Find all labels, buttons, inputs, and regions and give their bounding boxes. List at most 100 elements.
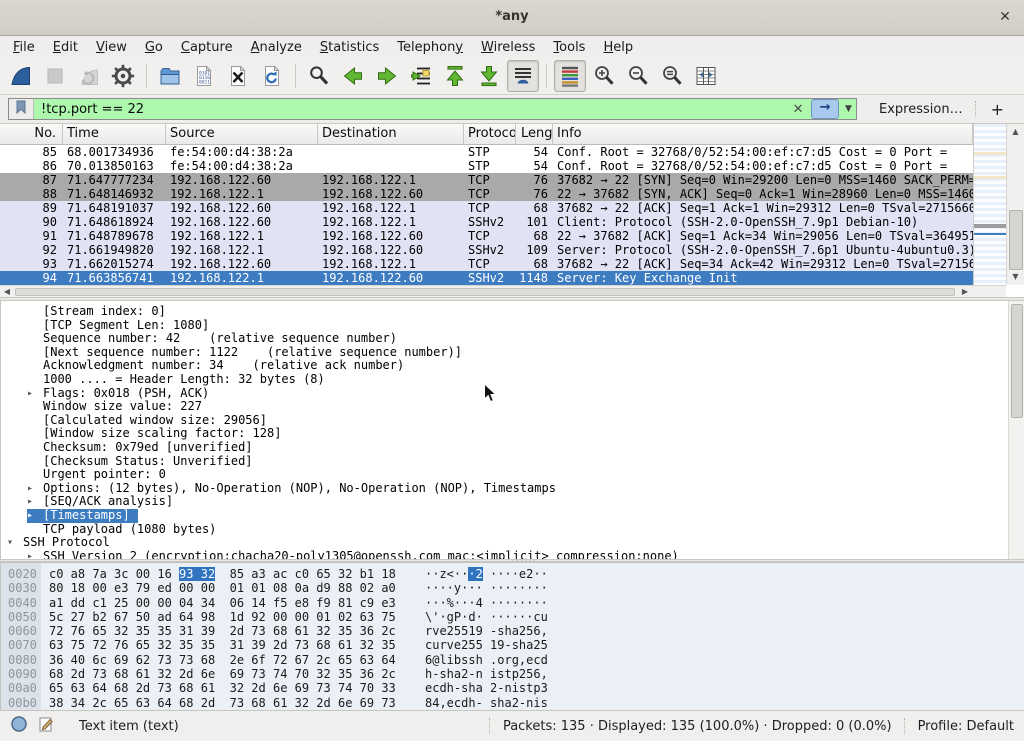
close-window-button[interactable]: ✕ (996, 8, 1014, 26)
packet-row-88[interactable]: 8871.648146932192.168.122.1192.168.122.6… (0, 187, 973, 201)
display-filter-input-box[interactable]: ✕ → ▼ (8, 98, 857, 120)
filter-bookmark-button[interactable] (9, 99, 34, 119)
detail-field[interactable]: Checksum: 0x79ed [unverified] (27, 441, 253, 455)
column-header-destination[interactable]: Destination (318, 124, 464, 144)
expander-icon[interactable]: ▸ (27, 509, 43, 523)
column-header-no[interactable]: No. (0, 124, 63, 144)
detail-field[interactable]: ▸SSH Version 2 (encryption:chacha20-poly… (27, 550, 679, 559)
detail-field[interactable]: [Next sequence number: 1122 (relative se… (27, 346, 462, 360)
detail-line[interactable]: ▸Options: (12 bytes), No-Operation (NOP)… (1, 482, 1024, 496)
expander-icon[interactable]: ▸ (27, 482, 43, 496)
packet-row-93[interactable]: 9371.662015274192.168.122.60192.168.122.… (0, 257, 973, 271)
menu-file[interactable]: File (4, 40, 44, 55)
go-first-button[interactable] (439, 60, 471, 92)
profile-text[interactable]: Profile: Default (918, 719, 1014, 734)
scroll-right-arrow-icon[interactable]: ▶ (958, 286, 972, 297)
column-header-time[interactable]: Time (63, 124, 166, 144)
capture-comment-icon[interactable] (38, 716, 55, 737)
close-file-button[interactable] (222, 60, 254, 92)
detail-line[interactable]: [Calculated window size: 29056] (1, 414, 1024, 428)
packet-row-91[interactable]: 9171.648789678192.168.122.1192.168.122.6… (0, 229, 973, 243)
detail-field[interactable]: [TCP Segment Len: 1080] (27, 319, 209, 333)
expression-button[interactable]: Expression… (869, 102, 973, 117)
detail-field[interactable]: Urgent pointer: 0 (27, 468, 166, 482)
hex-row-0060[interactable]: 006072 76 65 32 35 35 31 39 2d 73 68 61 … (1, 624, 1024, 638)
selected-detail-field[interactable]: ▸[Timestamps] (27, 509, 138, 523)
expander-icon[interactable]: ▸ (27, 550, 43, 559)
detail-line[interactable]: ▸Flags: 0x018 (PSH, ACK) (1, 387, 1024, 401)
detail-line[interactable]: ▸[SEQ/ACK analysis] (1, 495, 1024, 509)
menu-telephony[interactable]: Telephony (388, 40, 472, 55)
go-to-packet-button[interactable] (405, 60, 437, 92)
detail-line[interactable]: 1000 .... = Header Length: 32 bytes (8) (1, 373, 1024, 387)
detail-line[interactable]: Window size value: 227 (1, 400, 1024, 414)
hex-row-0050[interactable]: 00505c 27 b2 67 50 ad 64 98 1d 92 00 00 … (1, 610, 1024, 624)
hex-row-00b0[interactable]: 00b038 34 2c 65 63 64 68 2d 73 68 61 32 … (1, 696, 1024, 710)
menu-tools[interactable]: Tools (544, 40, 594, 55)
scroll-up-arrow-icon[interactable]: ▲ (1007, 125, 1024, 139)
packet-row-90[interactable]: 9071.648618924192.168.122.60192.168.122.… (0, 215, 973, 229)
detail-field[interactable]: [Window size scaling factor: 128] (27, 427, 281, 441)
menu-capture[interactable]: Capture (172, 40, 242, 55)
detail-line[interactable]: Urgent pointer: 0 (1, 468, 1024, 482)
packet-row-92[interactable]: 9271.661949820192.168.122.1192.168.122.6… (0, 243, 973, 257)
expander-icon[interactable]: ▾ (7, 536, 23, 550)
filter-apply-button[interactable]: → (811, 99, 839, 119)
detail-line[interactable]: [TCP Segment Len: 1080] (1, 319, 1024, 333)
column-header-info[interactable]: Info (553, 124, 973, 144)
hex-row-0080[interactable]: 008036 40 6c 69 62 73 73 68 2e 6f 72 67 … (1, 653, 1024, 667)
menu-edit[interactable]: Edit (44, 40, 87, 55)
menu-view[interactable]: View (87, 40, 136, 55)
detail-line[interactable]: TCP payload (1080 bytes) (1, 523, 1024, 537)
zoom-reset-button[interactable] (656, 60, 688, 92)
detail-field[interactable]: [Checksum Status: Unverified] (27, 455, 253, 469)
zoom-in-button[interactable] (588, 60, 620, 92)
find-packet-button[interactable] (303, 60, 335, 92)
hex-row-00a0[interactable]: 00a065 63 64 68 2d 73 68 61 32 2d 6e 69 … (1, 681, 1024, 695)
capture-options-button[interactable] (107, 60, 139, 92)
details-vscroll-thumb[interactable] (1011, 304, 1023, 418)
detail-field[interactable]: [Calculated window size: 29056] (27, 414, 267, 428)
detail-field[interactable]: 1000 .... = Header Length: 32 bytes (8) (27, 373, 325, 387)
detail-field[interactable]: ▸Flags: 0x018 (PSH, ACK) (27, 387, 209, 401)
detail-field[interactable]: ▸[SEQ/ACK analysis] (27, 495, 173, 509)
save-file-button[interactable]: 010101100011 (188, 60, 220, 92)
colorize-button[interactable] (554, 60, 586, 92)
reload-file-button[interactable] (256, 60, 288, 92)
hex-row-0040[interactable]: 0040a1 dd c1 25 00 00 04 34 06 14 f5 e8 … (1, 596, 1024, 610)
detail-field[interactable]: Window size value: 227 (27, 400, 202, 414)
hex-row-0070[interactable]: 007063 75 72 76 65 32 35 35 31 39 2d 73 … (1, 638, 1024, 652)
menu-analyze[interactable]: Analyze (242, 40, 311, 55)
resize-columns-button[interactable] (690, 60, 722, 92)
menu-help[interactable]: Help (594, 40, 642, 55)
go-forward-button[interactable] (371, 60, 403, 92)
zoom-out-button[interactable] (622, 60, 654, 92)
detail-field[interactable]: Sequence number: 42 (relative sequence n… (27, 332, 397, 346)
detail-line[interactable]: Checksum: 0x79ed [unverified] (1, 441, 1024, 455)
expert-info-icon[interactable] (10, 715, 28, 737)
detail-field[interactable]: Acknowledgment number: 34 (relative ack … (27, 359, 404, 373)
packet-row-86[interactable]: 8670.013850163fe:54:00:d4:38:2aSTP54Conf… (0, 159, 973, 173)
column-header-length[interactable]: Length (516, 124, 553, 144)
expander-icon[interactable]: ▸ (27, 387, 43, 401)
details-vscrollbar[interactable] (1008, 301, 1024, 559)
packet-list-hscrollbar[interactable]: ◀ ▶ (0, 285, 1006, 297)
packet-row-87[interactable]: 8771.647777234192.168.122.60192.168.122.… (0, 173, 973, 187)
auto-scroll-button[interactable] (507, 60, 539, 92)
packet-list-vscrollbar[interactable]: ▲ ▼ (1006, 124, 1024, 285)
detail-field[interactable]: ▾SSH Protocol (7, 536, 110, 550)
start-capture-button[interactable] (5, 60, 37, 92)
detail-line[interactable]: [Window size scaling factor: 128] (1, 427, 1024, 441)
packet-row-85[interactable]: 8568.001734936fe:54:00:d4:38:2aSTP54Conf… (0, 145, 973, 159)
display-filter-input[interactable] (34, 102, 787, 117)
detail-field[interactable]: [Stream index: 0] (27, 305, 166, 319)
go-last-button[interactable] (473, 60, 505, 92)
column-header-source[interactable]: Source (166, 124, 318, 144)
detail-line[interactable]: [Checksum Status: Unverified] (1, 455, 1024, 469)
detail-field[interactable]: ▸Options: (12 bytes), No-Operation (NOP)… (27, 482, 556, 496)
packet-row-94[interactable]: 9471.663856741192.168.122.1192.168.122.6… (0, 271, 973, 285)
filter-history-dropdown[interactable]: ▼ (841, 104, 856, 114)
menu-statistics[interactable]: Statistics (311, 40, 388, 55)
hex-row-0030[interactable]: 003080 18 00 e3 79 ed 00 00 01 01 08 0a … (1, 581, 1024, 595)
hex-row-0090[interactable]: 009068 2d 73 68 61 32 2d 6e 69 73 74 70 … (1, 667, 1024, 681)
